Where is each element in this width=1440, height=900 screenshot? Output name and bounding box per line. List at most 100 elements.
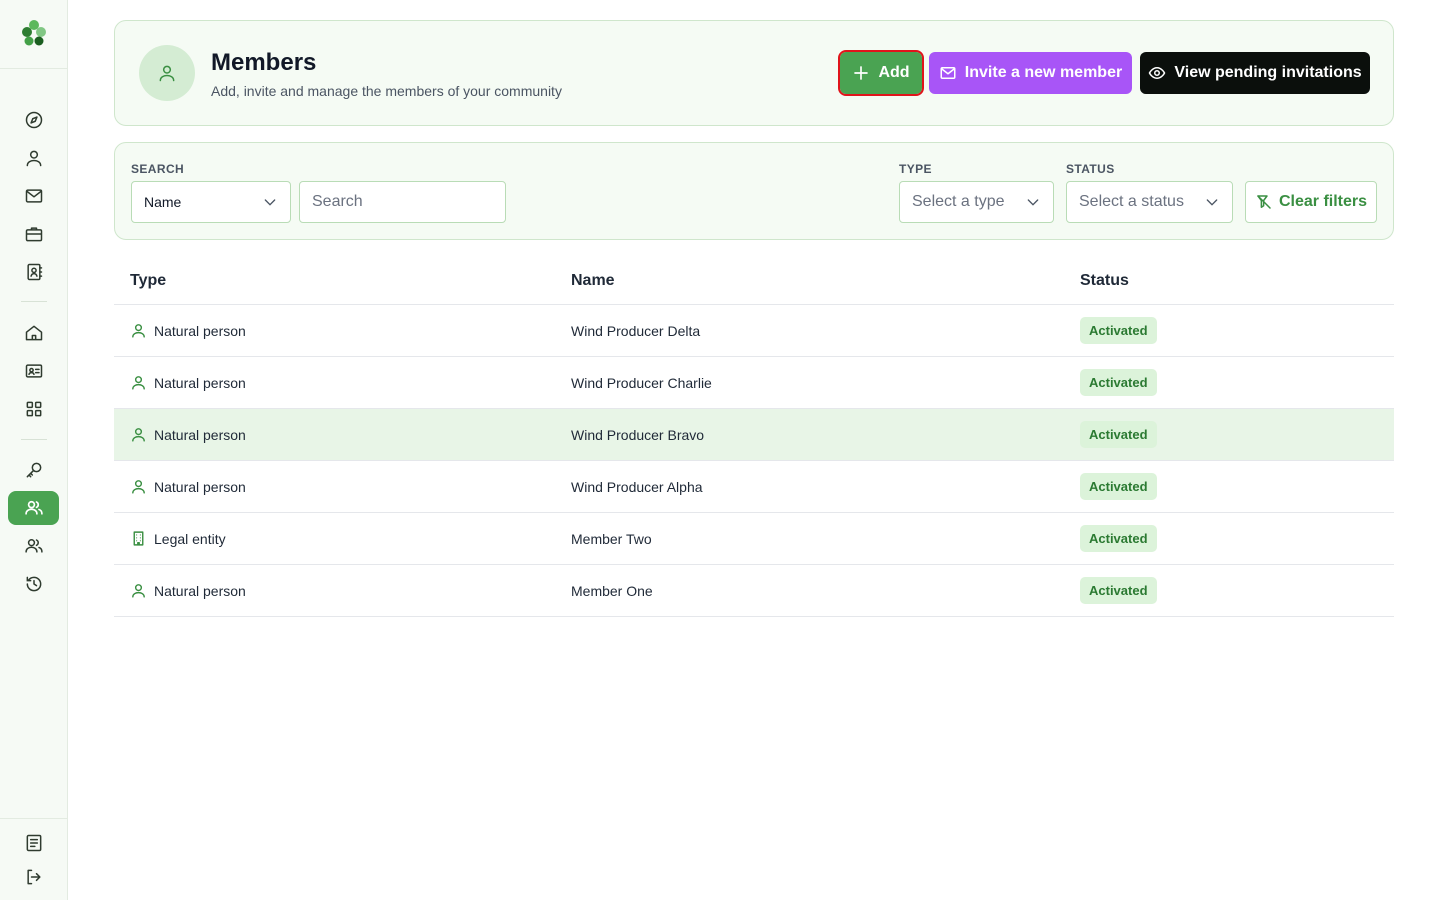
status-cell: Activated xyxy=(1080,461,1157,512)
add-member-button[interactable]: Add xyxy=(838,50,924,96)
status-placeholder: Select a status xyxy=(1079,193,1184,210)
logo-icon[interactable] xyxy=(19,18,49,48)
type-text: Natural person xyxy=(154,478,246,495)
status-badge: Activated xyxy=(1080,317,1157,344)
name-cell: Wind Producer Alpha xyxy=(571,478,703,495)
table-row[interactable]: Natural person Member One Activated xyxy=(114,565,1394,617)
status-cell: Activated xyxy=(1080,409,1157,460)
user-icon xyxy=(26,150,42,167)
history-icon xyxy=(26,576,42,592)
mail-icon xyxy=(940,67,956,79)
sidebar-item-contacts[interactable] xyxy=(9,256,59,288)
pending-button-label: View pending invitations xyxy=(1174,64,1362,81)
status-badge: Activated xyxy=(1080,369,1157,396)
view-pending-invitations-button[interactable]: View pending invitations xyxy=(1140,52,1370,94)
eye-icon xyxy=(1149,66,1166,80)
sidebar-item-profile[interactable] xyxy=(9,142,59,174)
person-icon xyxy=(132,428,145,442)
page-title: Members xyxy=(211,49,317,76)
group-icon xyxy=(25,539,43,553)
home-icon xyxy=(25,325,43,341)
clear-filters-label: Clear filters xyxy=(1278,193,1368,210)
status-badge: Activated xyxy=(1080,577,1157,604)
person-icon xyxy=(132,324,145,338)
document-icon xyxy=(26,834,42,852)
sidebar xyxy=(0,0,68,900)
status-label: STATUS xyxy=(1066,162,1115,176)
column-header-type[interactable]: Type xyxy=(130,272,166,290)
person-icon xyxy=(132,480,145,494)
type-cell: Natural person xyxy=(130,305,246,356)
column-header-status[interactable]: Status xyxy=(1080,272,1129,290)
compass-icon xyxy=(25,111,43,129)
mail-icon xyxy=(25,189,43,203)
name-cell: Member Two xyxy=(571,530,652,547)
type-cell: Natural person xyxy=(130,461,246,512)
sidebar-item-docs[interactable] xyxy=(9,827,59,859)
status-badge: Activated xyxy=(1080,421,1157,448)
sidebar-item-access[interactable] xyxy=(9,454,59,486)
plus-icon xyxy=(854,66,869,80)
chevron-down-icon xyxy=(1027,199,1039,206)
table-row[interactable]: Natural person Wind Producer Charlie Act… xyxy=(114,357,1394,409)
status-badge: Activated xyxy=(1080,525,1157,552)
sidebar-divider xyxy=(0,818,67,819)
sidebar-item-id-card[interactable] xyxy=(9,355,59,387)
sidebar-divider xyxy=(0,68,67,69)
invite-member-button[interactable]: Invite a new member xyxy=(929,52,1132,94)
sidebar-item-history[interactable] xyxy=(9,568,59,600)
status-cell: Activated xyxy=(1080,513,1157,564)
type-placeholder: Select a type xyxy=(912,193,1005,210)
status-cell: Activated xyxy=(1080,357,1157,408)
type-text: Legal entity xyxy=(154,530,226,547)
type-text: Natural person xyxy=(154,322,246,339)
type-cell: Natural person xyxy=(130,565,246,616)
person-icon xyxy=(132,584,145,598)
type-text: Natural person xyxy=(154,582,246,599)
user-icon xyxy=(159,65,175,82)
type-select[interactable]: Select a type xyxy=(899,181,1054,223)
add-button-label: Add xyxy=(878,64,910,81)
sidebar-separator xyxy=(21,439,47,440)
sidebar-item-apps[interactable] xyxy=(9,393,59,425)
name-cell: Wind Producer Bravo xyxy=(571,426,705,443)
status-cell: Activated xyxy=(1080,305,1157,356)
column-header-name[interactable]: Name xyxy=(571,272,615,290)
table-row[interactable]: Legal entity Member Two Activated xyxy=(114,513,1394,565)
building-icon xyxy=(133,531,144,546)
search-input[interactable] xyxy=(299,181,506,223)
filter-clear-icon xyxy=(1257,195,1271,209)
type-text: Natural person xyxy=(154,374,246,391)
clear-filters-button[interactable]: Clear filters xyxy=(1245,181,1377,223)
search-label: SEARCH xyxy=(131,162,185,176)
filter-bar: SEARCH Name TYPE Select a type STATUS Se… xyxy=(114,142,1394,240)
name-cell: Wind Producer Charlie xyxy=(571,374,712,391)
search-field-select[interactable]: Name xyxy=(131,181,291,223)
type-cell: Natural person xyxy=(130,357,246,408)
contacts-icon xyxy=(27,263,43,281)
sidebar-item-groups[interactable] xyxy=(9,530,59,562)
members-avatar xyxy=(139,45,195,101)
sidebar-item-work[interactable] xyxy=(9,218,59,250)
sidebar-item-home[interactable] xyxy=(9,317,59,349)
chevron-down-icon xyxy=(1206,199,1218,206)
status-badge: Activated xyxy=(1080,473,1157,500)
name-cell: Wind Producer Delta xyxy=(571,322,701,339)
sidebar-item-messages[interactable] xyxy=(9,180,59,212)
id-card-icon xyxy=(25,364,43,378)
briefcase-icon xyxy=(25,227,43,242)
chevron-down-icon xyxy=(264,199,276,206)
type-cell: Legal entity xyxy=(130,513,226,564)
sidebar-item-explore[interactable] xyxy=(9,104,59,136)
sidebar-item-logout[interactable] xyxy=(9,861,59,893)
status-select[interactable]: Select a status xyxy=(1066,181,1233,223)
type-label: TYPE xyxy=(899,162,932,176)
type-text: Natural person xyxy=(154,426,246,443)
table-row[interactable]: Natural person Wind Producer Alpha Activ… xyxy=(114,461,1394,513)
table-row[interactable]: Natural person Wind Producer Delta Activ… xyxy=(114,305,1394,357)
table-row[interactable]: Natural person Wind Producer Bravo Activ… xyxy=(114,409,1394,461)
search-field-value: Name xyxy=(144,194,182,210)
key-icon xyxy=(26,462,42,478)
sidebar-item-members[interactable] xyxy=(8,491,59,525)
members-table: Type Name Status Natural person Wind Pro… xyxy=(114,254,1394,617)
